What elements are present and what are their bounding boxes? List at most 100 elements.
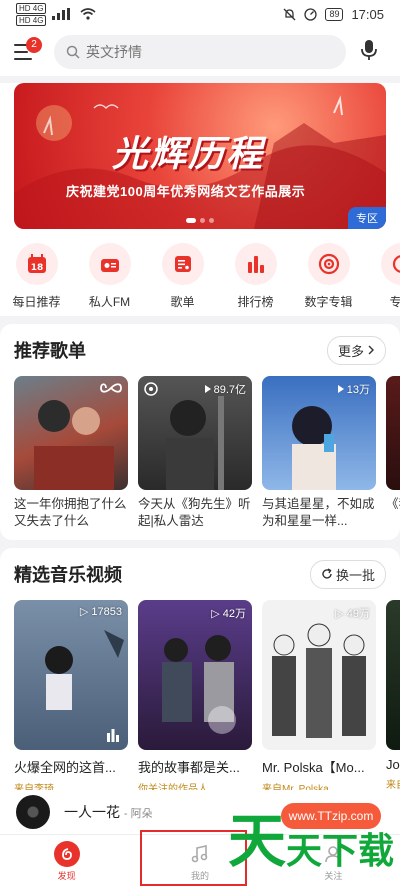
playlist-icon	[174, 256, 191, 272]
calendar-icon: 18	[27, 254, 46, 273]
playlist-card[interactable]: 89.7亿 今天从《狗先生》听起|私人雷达	[138, 376, 252, 530]
video-source: 来自李琦	[14, 784, 54, 790]
video-source: 来自Mr. Polska	[262, 784, 329, 790]
playlist-card[interactable]: 《我	[386, 376, 400, 530]
quick-entry-label: 专注	[389, 295, 400, 309]
wifi-icon	[80, 8, 96, 20]
quick-entry-focus[interactable]: 专注	[365, 243, 400, 310]
top-bar: 2	[0, 28, 400, 76]
video-card[interactable]: ▷ 17853 火爆全网的这首... 来自李琦	[14, 600, 128, 790]
playlist-list: 这一年你拥抱了什么 又失去了什么 89.7亿 今天从《狗先生》听起|私人雷达 1…	[14, 376, 400, 530]
svg-text:18: 18	[30, 263, 43, 273]
video-list: ▷ 17853 火爆全网的这首... 来自李琦 ▷ 42万 我的故事都是关...…	[14, 600, 400, 790]
infinity-icon	[100, 383, 122, 393]
banner-title: 光辉历程	[112, 133, 265, 175]
video-cover: ▷ 49万	[262, 600, 376, 750]
home-content[interactable]: 光辉历程 庆祝建党100周年优秀网络文艺作品展示 专区 18 每日推荐 私人FM	[0, 76, 400, 790]
video-title: Mr. Polska【Mo...	[262, 760, 365, 775]
search-icon	[66, 45, 80, 59]
section-title: 推荐歌单	[14, 341, 86, 361]
video-play-count: ▷ 42万	[211, 608, 246, 620]
video-source: 来自	[386, 780, 400, 790]
video-title: Jor	[386, 757, 400, 772]
playlist-card[interactable]: 这一年你拥抱了什么 又失去了什么	[14, 376, 128, 530]
microphone-icon	[361, 39, 377, 60]
quick-entry-digital-album[interactable]: 数字专辑	[292, 243, 365, 310]
quick-entry-label: 排行榜	[237, 295, 274, 309]
clock: 17:05	[351, 6, 384, 22]
focus-icon	[392, 255, 400, 273]
banner-pagination	[186, 218, 214, 223]
cover-art	[272, 623, 366, 738]
watermark-logo: 天天下载	[228, 807, 395, 875]
play-icon	[204, 385, 211, 393]
player-song-title: 一人一花	[64, 804, 120, 820]
playlist-cover	[386, 376, 400, 490]
search-bar[interactable]	[54, 35, 346, 69]
playlist-card[interactable]: 13万 与其追星星，不如成为和星星一样...	[262, 376, 376, 530]
banner-subtitle: 庆祝建党100周年优秀网络文艺作品展示	[66, 184, 306, 199]
battery-icon: 89	[325, 7, 344, 21]
playlist-title: 这一年你拥抱了什么 又失去了什么	[14, 497, 127, 528]
playlist-title: 与其追星星，不如成为和星星一样...	[262, 497, 375, 528]
equalizer-icon	[107, 729, 119, 742]
quick-entry-fm[interactable]: 私人FM	[73, 243, 146, 310]
tab-label: 发现	[57, 871, 76, 881]
music-note-icon	[191, 845, 208, 863]
cover-art	[162, 635, 236, 734]
notification-badge: 2	[26, 37, 42, 53]
banner[interactable]: 光辉历程 庆祝建党100周年优秀网络文艺作品展示 专区	[14, 83, 386, 229]
status-right: 89 17:05	[283, 7, 384, 22]
quick-entry-charts[interactable]: 排行榜	[219, 243, 292, 310]
more-label: 更多	[337, 343, 364, 359]
more-button[interactable]: 更多	[326, 335, 386, 365]
voice-search-button[interactable]	[360, 39, 378, 66]
tab-discover[interactable]: 发现	[0, 835, 133, 888]
network-label-2: HD 4G	[16, 14, 47, 26]
playlist-cover: 89.7亿	[138, 376, 252, 490]
video-card[interactable]: ▷ 49万 Mr. Polska【Mo... 来自Mr. Polska	[262, 600, 376, 790]
menu-button[interactable]: 2	[14, 37, 42, 65]
quick-entry-daily[interactable]: 18 每日推荐	[0, 243, 73, 310]
quick-entry-label: 每日推荐	[12, 295, 61, 309]
refresh-icon	[322, 568, 332, 579]
quick-entry-label: 数字专辑	[304, 295, 353, 309]
chevron-right-icon	[368, 345, 374, 355]
chart-icon	[247, 256, 264, 273]
playlist-title: 《我	[386, 497, 400, 511]
playlist-title: 今天从《狗先生》听起|私人雷达	[138, 497, 251, 528]
play-icon	[337, 385, 344, 393]
video-source: 你关注的作品人	[138, 784, 208, 790]
playlist-cover	[14, 376, 128, 490]
tab-label: 我的	[190, 871, 209, 881]
radio-icon	[100, 259, 119, 272]
search-input[interactable]	[86, 44, 326, 60]
network-status: HD 4G HD 4G	[16, 2, 96, 26]
quick-entry-playlist[interactable]: 歌单	[146, 243, 219, 310]
video-cover	[386, 600, 400, 750]
section-title: 精选音乐视频	[14, 565, 122, 585]
refresh-button[interactable]: 换一批	[309, 559, 386, 589]
netease-logo-icon	[61, 848, 72, 860]
player-artist: - 阿朵	[123, 808, 153, 820]
signal-icon	[52, 8, 71, 20]
video-card[interactable]: ▷ 42万 我的故事都是关... 你关注的作品人	[138, 600, 252, 790]
quick-entries: 18 每日推荐 私人FM 歌单 排行榜 数字专辑 专	[0, 229, 400, 310]
video-play-count: ▷ 49万	[335, 608, 370, 620]
quick-entry-label: 歌单	[170, 295, 195, 309]
video-cover: ▷ 17853	[14, 600, 128, 750]
network-label-1: HD 4G	[16, 2, 47, 14]
album-disc	[16, 795, 50, 829]
video-play-count: ▷ 17853	[79, 606, 122, 618]
music-videos-section: 精选音乐视频 换一批 ▷ 17853 火爆全网的这首... 来自李琦 ▷ 42万…	[0, 548, 400, 790]
video-cover: ▷ 42万	[138, 600, 252, 750]
mute-bell-icon	[283, 8, 296, 20]
video-title: 火爆全网的这首...	[14, 760, 116, 775]
refresh-label: 换一批	[335, 567, 375, 583]
album-icon	[318, 253, 339, 275]
video-title: 我的故事都是关...	[138, 760, 240, 775]
radar-icon	[144, 382, 158, 396]
status-bar: HD 4G HD 4G 89 17:05	[0, 0, 400, 28]
gauge-icon	[304, 7, 318, 21]
video-card[interactable]: Jor 来自	[386, 600, 400, 790]
